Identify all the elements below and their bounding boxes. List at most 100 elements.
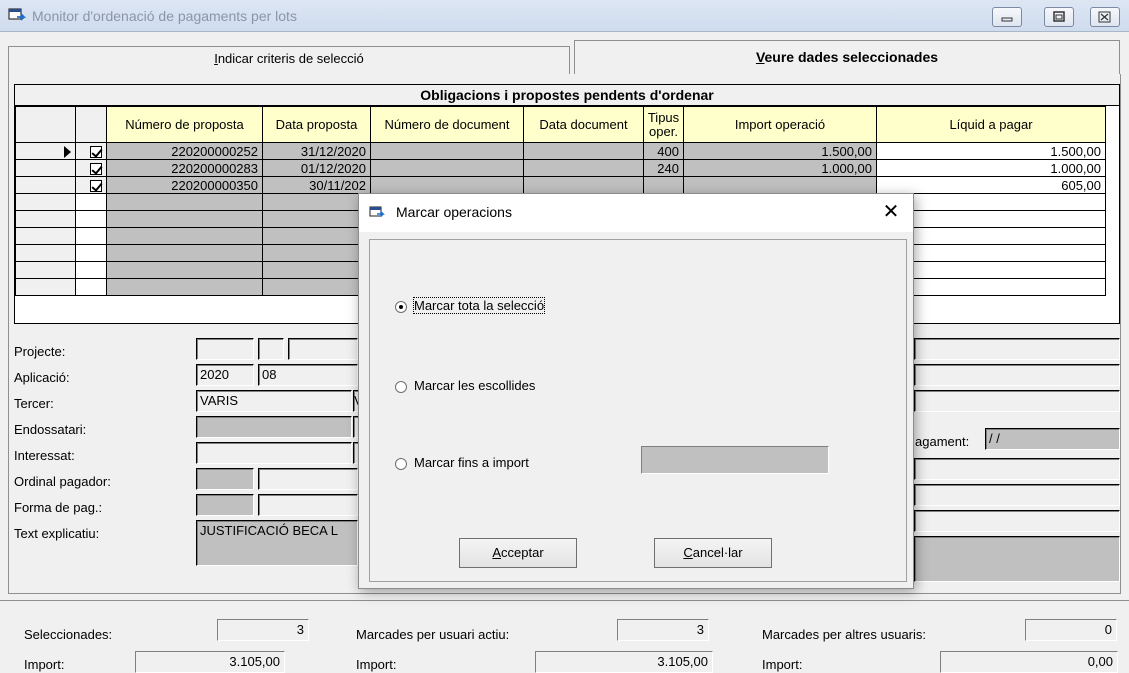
radio-marcar-tota-icon[interactable] <box>395 300 407 313</box>
col-header-import-operacio[interactable]: Import operació <box>683 106 877 143</box>
row-checkbox-cell[interactable] <box>75 278 107 296</box>
right-field-6[interactable] <box>914 484 1120 506</box>
cell-tipus-oper[interactable]: 400 <box>643 142 684 160</box>
forma-field-2[interactable] <box>258 494 358 516</box>
cell-num-proposta[interactable]: 220200000252 <box>106 142 263 160</box>
radio-marcar-tota[interactable]: Marcar tota la selecció <box>395 297 546 315</box>
row-indicator[interactable] <box>15 227 76 245</box>
aplicacio-code-field[interactable]: 08 <box>258 364 358 386</box>
cancellar-button[interactable]: Cancel·lar <box>654 538 772 568</box>
endossatari-field[interactable] <box>196 416 352 438</box>
right-field-2[interactable] <box>914 364 1120 386</box>
col-header-num-proposta[interactable]: Número de proposta <box>106 106 263 143</box>
cell-num-proposta[interactable] <box>106 210 263 228</box>
ordinal-field[interactable] <box>196 468 254 490</box>
row-checkbox-cell[interactable] <box>75 227 107 245</box>
dialog-close-icon[interactable]: ✕ <box>879 200 903 224</box>
cell-data-document[interactable] <box>523 142 644 160</box>
radio-marcar-escollides[interactable]: Marcar les escollides <box>395 377 535 395</box>
cell-import-operacio[interactable]: 1.000,00 <box>683 159 877 177</box>
table-row[interactable]: 220200000283 01/12/2020 240 1.000,00 1.000,0… <box>15 159 1106 177</box>
acceptar-button[interactable]: Acceptar <box>459 538 577 568</box>
col-header-data-document[interactable]: Data document <box>523 106 644 143</box>
row-checkbox-cell[interactable] <box>75 176 107 194</box>
row-indicator[interactable] <box>15 278 76 296</box>
interessat-field[interactable] <box>196 442 352 464</box>
row-checkbox-cell[interactable] <box>75 142 107 160</box>
tab-veure-dades[interactable]: Veure dades seleccionades <box>574 40 1120 74</box>
cell-num-proposta[interactable] <box>106 193 263 211</box>
col-header-tipus-oper[interactable]: Tipus oper. <box>643 106 684 143</box>
row-indicator[interactable] <box>15 193 76 211</box>
radio-marcar-import[interactable]: Marcar fins a import <box>395 454 529 472</box>
projecte-field-1[interactable] <box>196 338 254 360</box>
col-header-liquid-pagar[interactable]: Líquid a pagar <box>876 106 1106 143</box>
right-field-1[interactable] <box>914 338 1120 360</box>
cell-num-proposta[interactable] <box>106 278 263 296</box>
row-checkbox[interactable] <box>90 163 102 176</box>
cell-tipus-oper[interactable]: 240 <box>643 159 684 177</box>
row-checkbox-cell[interactable] <box>75 244 107 262</box>
right-field-7[interactable] <box>914 510 1120 532</box>
ordinal-field-2[interactable] <box>258 468 358 490</box>
cell-num-document[interactable] <box>370 176 524 194</box>
minimize-button[interactable] <box>992 7 1022 27</box>
cell-tipus-oper[interactable] <box>643 176 684 194</box>
projecte-field-3[interactable] <box>288 338 358 360</box>
cell-liquid-pagar[interactable]: 605,00 <box>876 176 1106 194</box>
row-checkbox-cell[interactable] <box>75 193 107 211</box>
close-button[interactable] <box>1090 7 1120 27</box>
table-row[interactable]: 220200000350 30/11/202 605,00 <box>15 176 1106 194</box>
cell-num-proposta[interactable]: 220200000283 <box>106 159 263 177</box>
tab-indicar-criteris[interactable]: Indicar criteris de selecció <box>8 46 570 74</box>
row-indicator[interactable] <box>15 244 76 262</box>
cell-data-proposta[interactable] <box>262 193 371 211</box>
cell-num-proposta[interactable] <box>106 244 263 262</box>
projecte-field-2[interactable] <box>258 338 284 360</box>
right-field-8[interactable] <box>914 536 1120 582</box>
cell-data-proposta[interactable] <box>262 261 371 279</box>
cell-data-proposta[interactable]: 01/12/2020 <box>262 159 371 177</box>
import-limit-input[interactable] <box>641 446 829 474</box>
radio-marcar-escollides-icon[interactable] <box>395 380 407 393</box>
right-field-3[interactable] <box>914 390 1120 412</box>
text-explicatiu-field[interactable]: JUSTIFICACIÓ BECA L <box>196 520 358 566</box>
row-indicator[interactable] <box>15 210 76 228</box>
cell-data-proposta[interactable] <box>262 227 371 245</box>
cell-data-proposta[interactable]: 30/11/202 <box>262 176 371 194</box>
cell-data-proposta[interactable] <box>262 244 371 262</box>
cell-import-operacio[interactable] <box>683 176 877 194</box>
cell-num-document[interactable] <box>370 142 524 160</box>
tercer-field[interactable]: VARIS <box>196 390 352 412</box>
row-checkbox-cell[interactable] <box>75 159 107 177</box>
right-field-5[interactable] <box>914 458 1120 480</box>
cell-num-proposta[interactable] <box>106 261 263 279</box>
radio-marcar-import-icon[interactable] <box>395 457 407 470</box>
cell-data-document[interactable] <box>523 176 644 194</box>
cell-data-proposta[interactable]: 31/12/2020 <box>262 142 371 160</box>
cell-data-proposta[interactable] <box>262 278 371 296</box>
cell-data-proposta[interactable] <box>262 210 371 228</box>
row-checkbox[interactable] <box>90 146 102 159</box>
row-indicator[interactable] <box>15 261 76 279</box>
cell-data-document[interactable] <box>523 159 644 177</box>
cell-liquid-pagar[interactable]: 1.000,00 <box>876 159 1106 177</box>
cell-num-proposta[interactable] <box>106 227 263 245</box>
cell-liquid-pagar[interactable]: 1.500,00 <box>876 142 1106 160</box>
table-row[interactable]: 220200000252 31/12/2020 400 1.500,00 1.500,0… <box>15 142 1106 160</box>
row-checkbox-cell[interactable] <box>75 261 107 279</box>
forma-field[interactable] <box>196 494 254 516</box>
cell-num-document[interactable] <box>370 159 524 177</box>
col-header-num-document[interactable]: Número de document <box>370 106 524 143</box>
row-checkbox-cell[interactable] <box>75 210 107 228</box>
pagament-field[interactable]: / / <box>985 428 1120 450</box>
cell-num-proposta[interactable]: 220200000350 <box>106 176 263 194</box>
aplicacio-year-field[interactable]: 2020 <box>196 364 254 386</box>
cell-import-operacio[interactable]: 1.500,00 <box>683 142 877 160</box>
row-indicator[interactable] <box>15 159 76 177</box>
row-checkbox[interactable] <box>90 180 102 193</box>
col-header-data-proposta[interactable]: Data proposta <box>262 106 371 143</box>
row-indicator[interactable] <box>15 176 76 194</box>
maximize-button[interactable] <box>1044 7 1074 27</box>
row-indicator[interactable] <box>15 142 76 160</box>
